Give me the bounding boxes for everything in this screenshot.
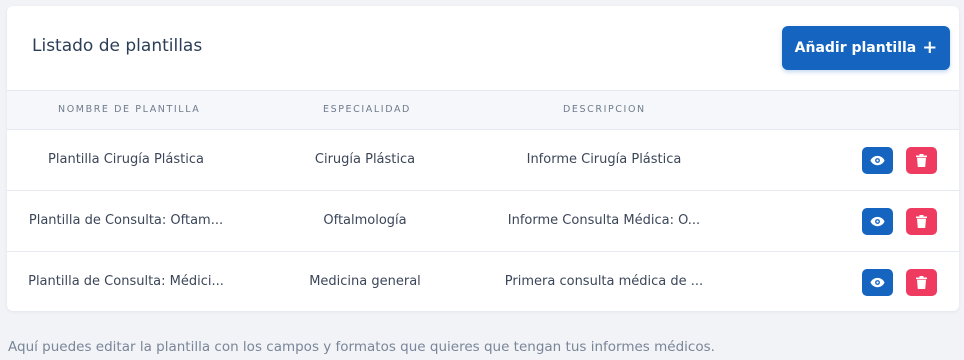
trash-icon <box>916 215 927 228</box>
template-specialty: Medicina general <box>309 274 421 289</box>
template-description: Informe Consulta Médica: O... <box>507 213 701 228</box>
eye-icon <box>870 216 885 227</box>
template-name: Plantilla de Consulta: Médici... <box>28 274 224 289</box>
table-row: Plantilla de Consulta: Oftam... Oftalmol… <box>7 191 959 252</box>
table-header: NOMBRE DE PLANTILLA ESPECIALIDAD DESCRIP… <box>7 90 959 130</box>
plus-icon: + <box>922 37 938 58</box>
column-header-specialty: ESPECIALIDAD <box>323 104 411 115</box>
table-row: Plantilla Cirugía Plástica Cirugía Plást… <box>7 130 959 191</box>
template-specialty: Oftalmología <box>323 213 407 228</box>
delete-button[interactable] <box>906 208 937 235</box>
column-header-name: NOMBRE DE PLANTILLA <box>58 104 201 115</box>
template-description: Informe Cirugía Plástica <box>526 152 682 167</box>
delete-button[interactable] <box>906 269 937 296</box>
template-name: Plantilla Cirugía Plástica <box>48 152 204 167</box>
view-button[interactable] <box>862 269 893 296</box>
trash-icon <box>916 276 927 289</box>
template-description: Primera consulta médica de ... <box>504 274 704 289</box>
delete-button[interactable] <box>906 147 937 174</box>
card-header: Listado de plantillas Añadir plantilla + <box>7 6 959 90</box>
page-title: Listado de plantillas <box>32 36 203 56</box>
templates-card: Listado de plantillas Añadir plantilla +… <box>7 6 959 311</box>
template-specialty: Cirugía Plástica <box>314 152 416 167</box>
trash-icon <box>916 154 927 167</box>
add-template-button[interactable]: Añadir plantilla + <box>782 26 950 70</box>
eye-icon <box>870 155 885 166</box>
column-header-description: DESCRIPCION <box>563 104 646 115</box>
view-button[interactable] <box>862 147 893 174</box>
table-row: Plantilla de Consulta: Médici... Medicin… <box>7 252 959 311</box>
eye-icon <box>870 277 885 288</box>
help-text: Aquí puedes editar la plantilla con los … <box>8 339 715 355</box>
view-button[interactable] <box>862 208 893 235</box>
template-name: Plantilla de Consulta: Oftam... <box>28 213 224 228</box>
add-template-label: Añadir plantilla <box>794 40 917 56</box>
